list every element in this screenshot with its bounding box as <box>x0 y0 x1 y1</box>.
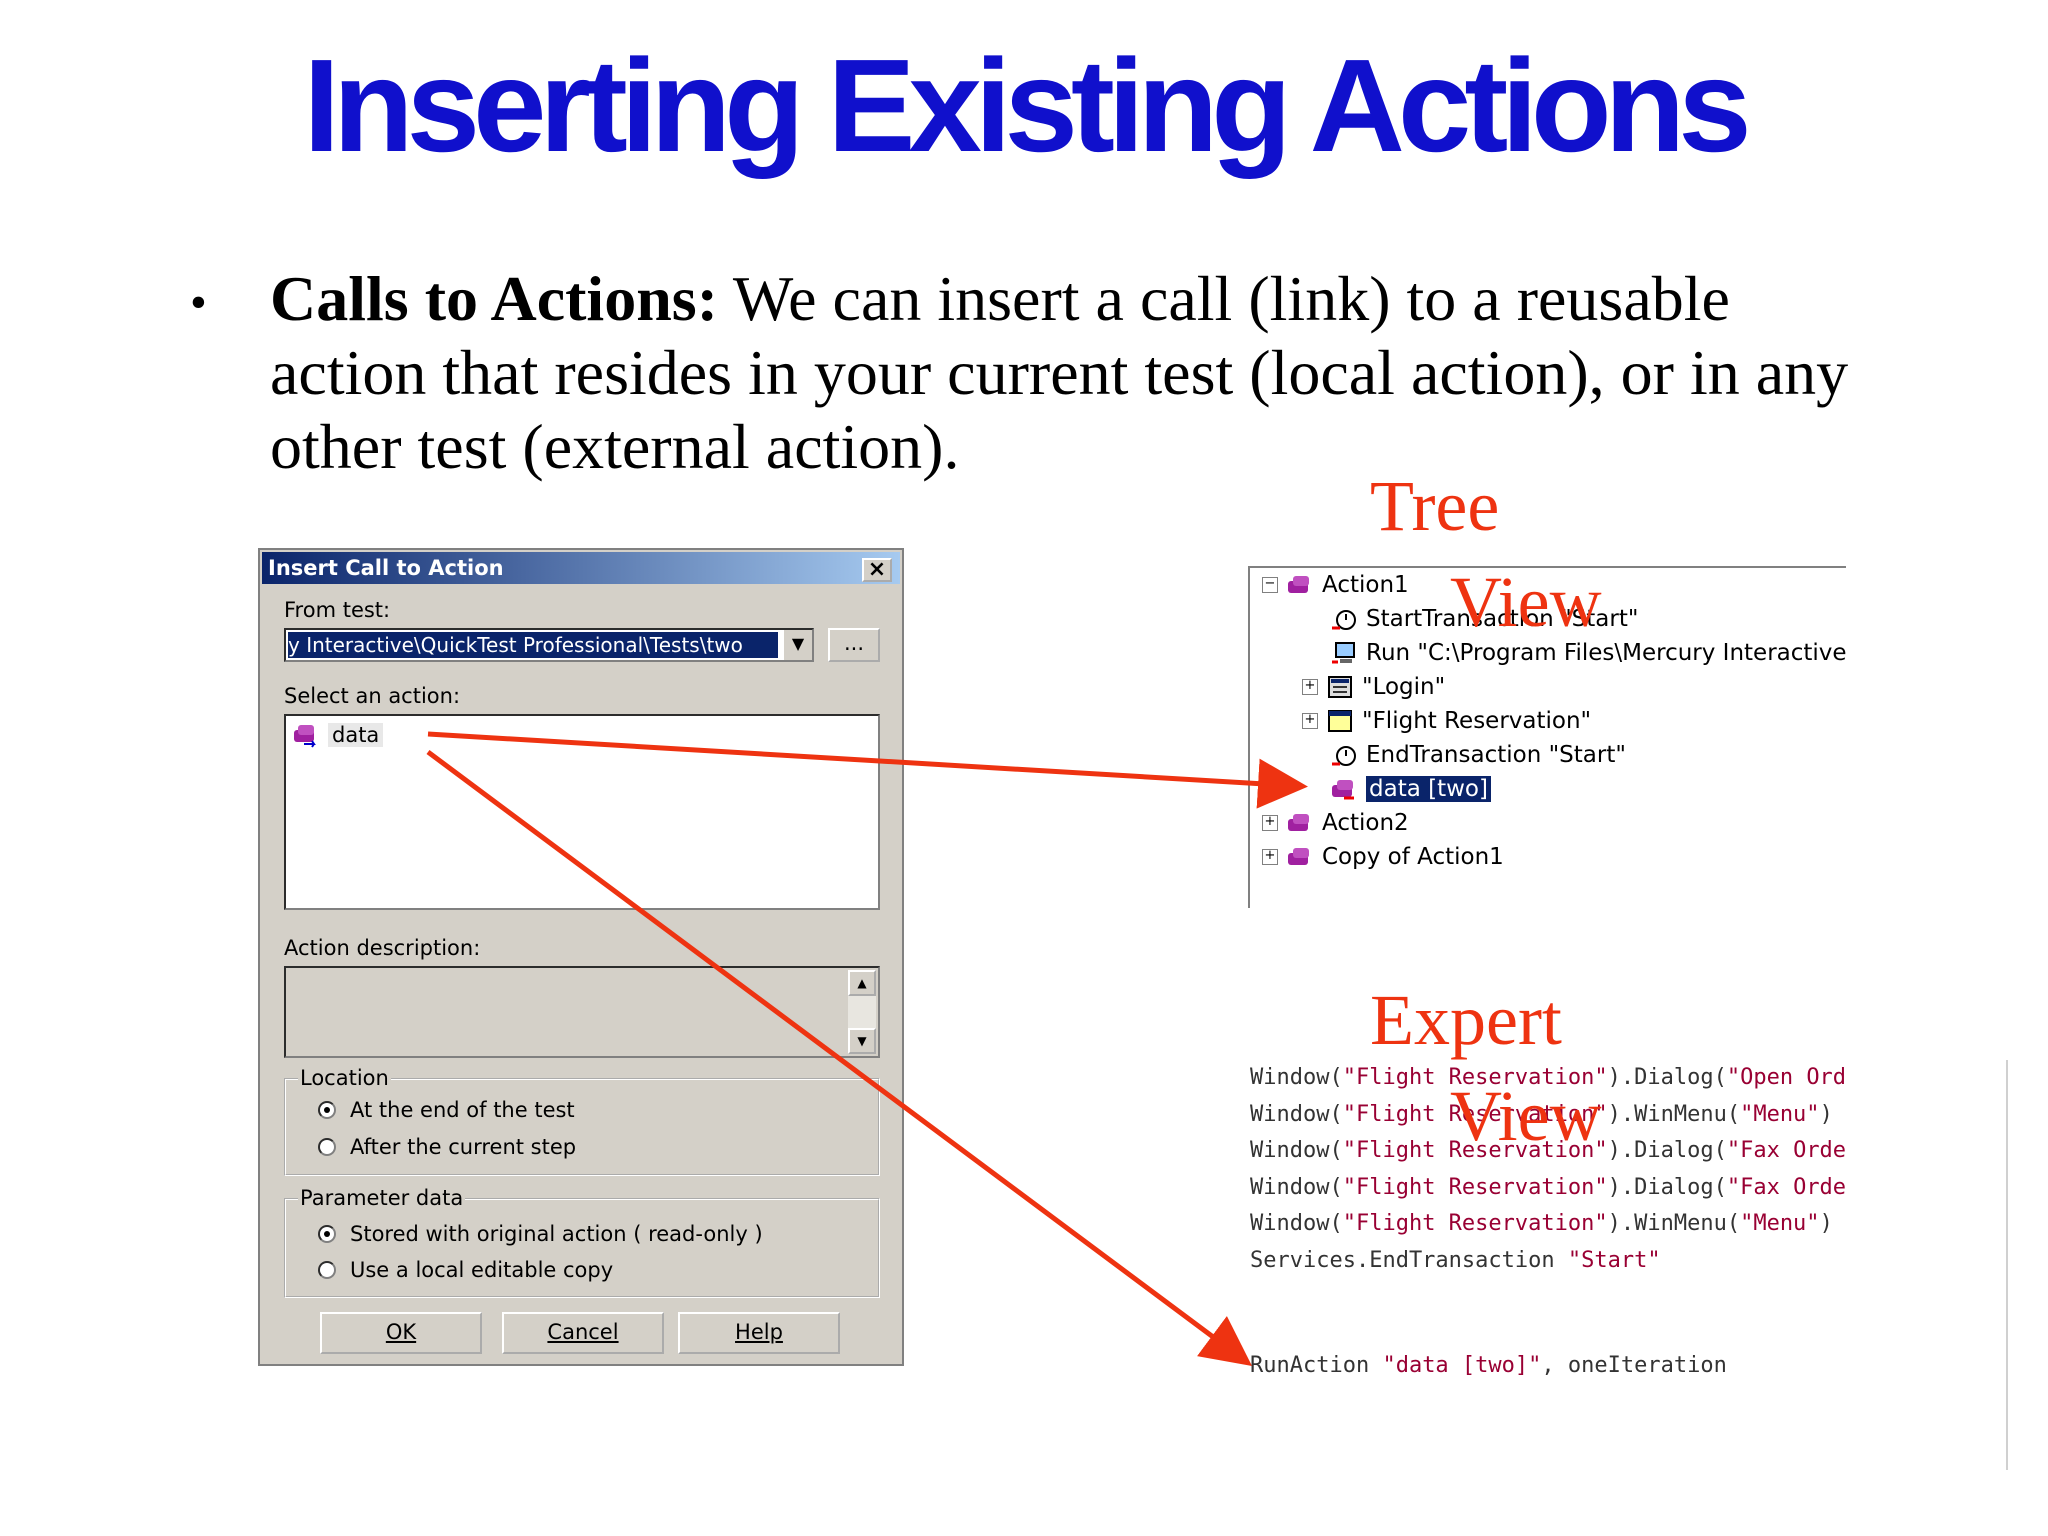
code-line: Window("Flight Reservation").WinMenu("Me… <box>1250 1101 1833 1127</box>
run-action-line: RunAction "data [two]", oneIteration <box>1250 1353 1727 1378</box>
radio-end-of-test[interactable]: At the end of the test <box>318 1098 575 1122</box>
tree-node-label: Action2 <box>1322 810 1409 836</box>
action-icon <box>294 725 316 748</box>
expert-view-code: Window("Flight Reservation").Dialog("Ope… <box>1250 1060 2010 1279</box>
tree-node-login[interactable]: + "Login" <box>1302 674 1445 700</box>
ok-button[interactable]: OK <box>320 1312 482 1354</box>
expand-icon[interactable]: + <box>1262 849 1278 865</box>
tree-node-label: Copy of Action1 <box>1322 844 1504 870</box>
action-icon <box>1288 814 1309 831</box>
radio-local-copy[interactable]: Use a local editable copy <box>318 1258 613 1282</box>
cancel-button[interactable]: Cancel <box>502 1312 664 1354</box>
expand-icon[interactable]: + <box>1302 679 1318 695</box>
radio-icon <box>318 1261 336 1279</box>
tree-node-label: Action1 <box>1322 572 1409 598</box>
tree-node-label: "Login" <box>1362 674 1446 700</box>
stopwatch-icon <box>1332 610 1356 630</box>
tree-node-label: Run "C:\Program Files\Mercury Interactiv… <box>1366 640 1846 666</box>
scroll-up-icon[interactable]: ▲ <box>848 970 876 996</box>
tree-node-label: "Flight Reservation" <box>1362 708 1592 734</box>
dialog-title: Insert Call to Action <box>268 556 504 580</box>
slide-title: Inserting Existing Actions <box>303 32 1751 179</box>
radio-label: At the end of the test <box>350 1098 575 1122</box>
code-line: Services.EndTransaction "Start" <box>1250 1247 1661 1273</box>
help-button[interactable]: Help <box>678 1312 840 1354</box>
parameter-title: Parameter data <box>298 1186 466 1210</box>
from-test-label: From test: <box>284 598 391 622</box>
collapse-icon[interactable]: − <box>1262 577 1278 593</box>
code-line: Window("Flight Reservation").Dialog("Fax… <box>1250 1138 1847 1163</box>
tree-node-copy-of-action1[interactable]: + Copy of Action1 <box>1262 844 1504 870</box>
dialog-title-bar[interactable]: Insert Call to Action × <box>262 552 900 584</box>
expand-icon[interactable]: + <box>1302 713 1318 729</box>
radio-label: Use a local editable copy <box>350 1258 614 1282</box>
description-label: Action description: <box>284 936 481 960</box>
dialog-icon <box>1328 676 1352 698</box>
tree-node-run[interactable]: Run "C:\Program Files\Mercury Interactiv… <box>1330 640 1846 666</box>
tree-node-label: EndTransaction "Start" <box>1366 742 1626 768</box>
tree-node-data-two[interactable]: data [two] <box>1330 776 1491 802</box>
list-item[interactable]: data <box>292 720 384 750</box>
code-line: Window("Flight Reservation").WinMenu("Me… <box>1250 1211 1833 1236</box>
radio-selected-icon <box>318 1101 336 1119</box>
from-test-value: y Interactive\QuickTest Professional\Tes… <box>288 632 778 658</box>
action-icon <box>1288 576 1309 593</box>
bullet-marker: • <box>190 276 207 329</box>
action-list[interactable]: data <box>284 714 880 910</box>
radio-stored-original[interactable]: Stored with original action ( read-only … <box>318 1222 763 1246</box>
expert-label: Expert <box>1370 980 1562 1060</box>
scrollbar[interactable]: ▲ ▼ <box>848 970 876 1054</box>
expand-icon[interactable]: + <box>1262 815 1278 831</box>
radio-after-current-step[interactable]: After the current step <box>318 1135 576 1159</box>
insert-call-dialog: Insert Call to Action × From test: y Int… <box>258 548 904 1366</box>
action-icon <box>1332 780 1354 800</box>
expert-view-border <box>2006 1060 2008 1470</box>
computer-icon <box>1332 642 1355 664</box>
list-item-label: data <box>328 723 384 747</box>
window-icon <box>1328 710 1352 732</box>
code-line: Window("Flight Reservation").Dialog("Fax… <box>1250 1174 1847 1200</box>
dropdown-arrow-icon[interactable]: ▼ <box>782 630 812 660</box>
tree-node-action2[interactable]: + Action2 <box>1262 810 1409 836</box>
bullet-text: Calls to Actions: We can insert a call (… <box>270 262 1890 484</box>
scroll-down-icon[interactable]: ▼ <box>848 1028 876 1054</box>
tree-node-end-transaction[interactable]: EndTransaction "Start" <box>1330 742 1626 768</box>
tree-node-action1[interactable]: − Action1 <box>1262 572 1409 598</box>
tree-label: Tree <box>1370 466 1500 546</box>
radio-label: After the current step <box>350 1135 577 1159</box>
radio-selected-icon <box>318 1225 336 1243</box>
select-action-label: Select an action: <box>284 684 461 708</box>
tree-node-flight-reservation[interactable]: + "Flight Reservation" <box>1302 708 1591 734</box>
description-field[interactable]: ▲ ▼ <box>284 966 880 1058</box>
close-button[interactable]: × <box>862 558 892 582</box>
view-label: View <box>1450 1076 1602 1156</box>
radio-icon <box>318 1138 336 1156</box>
location-title: Location <box>298 1066 391 1090</box>
view-label: View <box>1450 562 1602 642</box>
bullet-lead: Calls to Actions: <box>270 263 718 334</box>
from-test-combo[interactable]: y Interactive\QuickTest Professional\Tes… <box>284 628 814 662</box>
action-icon <box>1288 848 1309 865</box>
tree-node-label: data [two] <box>1366 776 1491 802</box>
parameter-group: Parameter data Stored with original acti… <box>284 1186 880 1298</box>
location-group: Location At the end of the test After th… <box>284 1066 880 1176</box>
radio-label: Stored with original action ( read-only … <box>350 1222 763 1246</box>
code-line: Window("Flight Reservation").Dialog("Ope… <box>1250 1065 1847 1090</box>
close-icon: × <box>867 557 887 582</box>
browse-button[interactable]: ... <box>828 628 880 662</box>
stopwatch-icon <box>1332 746 1356 766</box>
